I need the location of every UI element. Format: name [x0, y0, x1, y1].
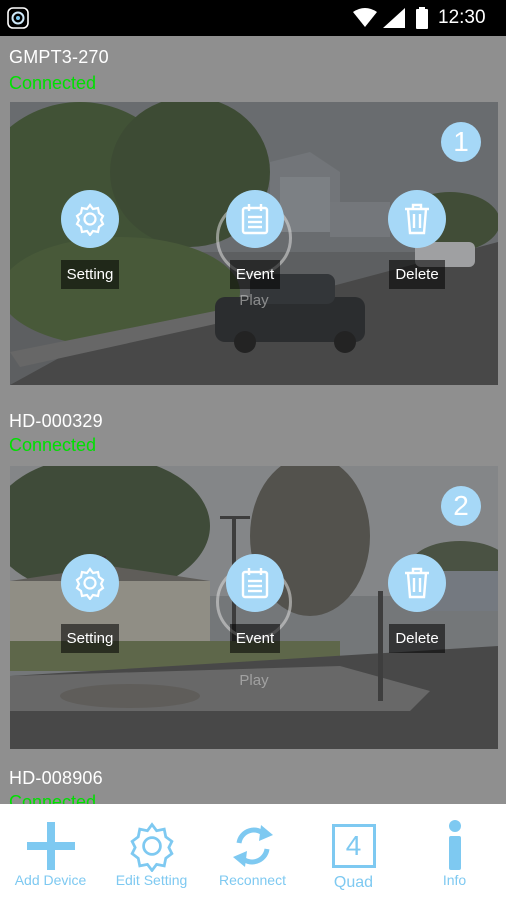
- quad-digit: 4: [345, 830, 362, 861]
- gear-icon: [129, 822, 174, 872]
- quad-label: Quad: [333, 874, 374, 891]
- info-icon: [448, 820, 461, 870]
- refresh-icon: [232, 825, 273, 867]
- reconnect-button[interactable]: Reconnect: [202, 804, 303, 900]
- gear-icon: [61, 554, 119, 612]
- setting-button[interactable]: Setting: [50, 190, 130, 289]
- device-status: Connected: [9, 73, 97, 93]
- info-label: Info: [442, 872, 467, 888]
- setting-label: Setting: [60, 624, 120, 653]
- add-device-label: Add Device: [14, 872, 87, 888]
- event-label: Event: [229, 260, 281, 289]
- device-name: GMPT3-270: [9, 47, 109, 67]
- app-notification-icon: [7, 7, 29, 29]
- camera-preview[interactable]: 1 Play Setting Event Delete: [10, 102, 498, 385]
- event-button[interactable]: Event: [215, 190, 295, 289]
- setting-label: Setting: [60, 260, 120, 289]
- trash-icon: [388, 554, 446, 612]
- calendar-icon: [226, 190, 284, 248]
- delete-button[interactable]: Delete: [377, 554, 457, 653]
- battery-icon: [416, 7, 428, 29]
- play-label[interactable]: Play: [224, 292, 284, 309]
- camera-preview[interactable]: 2 Play Setting Event Delete: [10, 466, 498, 749]
- quad-view-button[interactable]: 4 Quad: [303, 804, 404, 900]
- device-list[interactable]: GMPT3-270 Connected 1 Play Setting Event…: [0, 36, 506, 804]
- wifi-icon: [353, 8, 377, 27]
- signal-icon: [383, 8, 405, 28]
- plus-icon: [26, 822, 75, 870]
- info-button[interactable]: Info: [404, 804, 505, 900]
- device-name: HD-000329: [9, 411, 103, 431]
- setting-button[interactable]: Setting: [50, 554, 130, 653]
- event-label: Event: [229, 624, 281, 653]
- delete-label: Delete: [389, 624, 445, 653]
- reconnect-label: Reconnect: [219, 872, 286, 888]
- channel-badge: 1: [441, 122, 481, 162]
- delete-label: Delete: [389, 260, 445, 289]
- device-name: HD-008906: [9, 768, 103, 788]
- device-status: Connected: [9, 792, 97, 804]
- add-device-button[interactable]: Add Device: [0, 804, 101, 900]
- trash-icon: [388, 190, 446, 248]
- delete-button[interactable]: Delete: [377, 190, 457, 289]
- device-status: Connected: [9, 435, 97, 455]
- edit-setting-label: Edit Setting: [115, 872, 188, 888]
- calendar-icon: [226, 554, 284, 612]
- play-label[interactable]: Play: [224, 672, 284, 689]
- bottom-toolbar: Add Device Edit Setting Reconnect 4 Quad…: [0, 804, 506, 900]
- gear-icon: [61, 190, 119, 248]
- quad-icon: 4: [331, 824, 376, 868]
- channel-badge: 2: [441, 486, 481, 526]
- status-bar: 12:30: [0, 0, 506, 36]
- event-button[interactable]: Event: [215, 554, 295, 653]
- edit-setting-button[interactable]: Edit Setting: [101, 804, 202, 900]
- clock: 12:30: [438, 7, 486, 28]
